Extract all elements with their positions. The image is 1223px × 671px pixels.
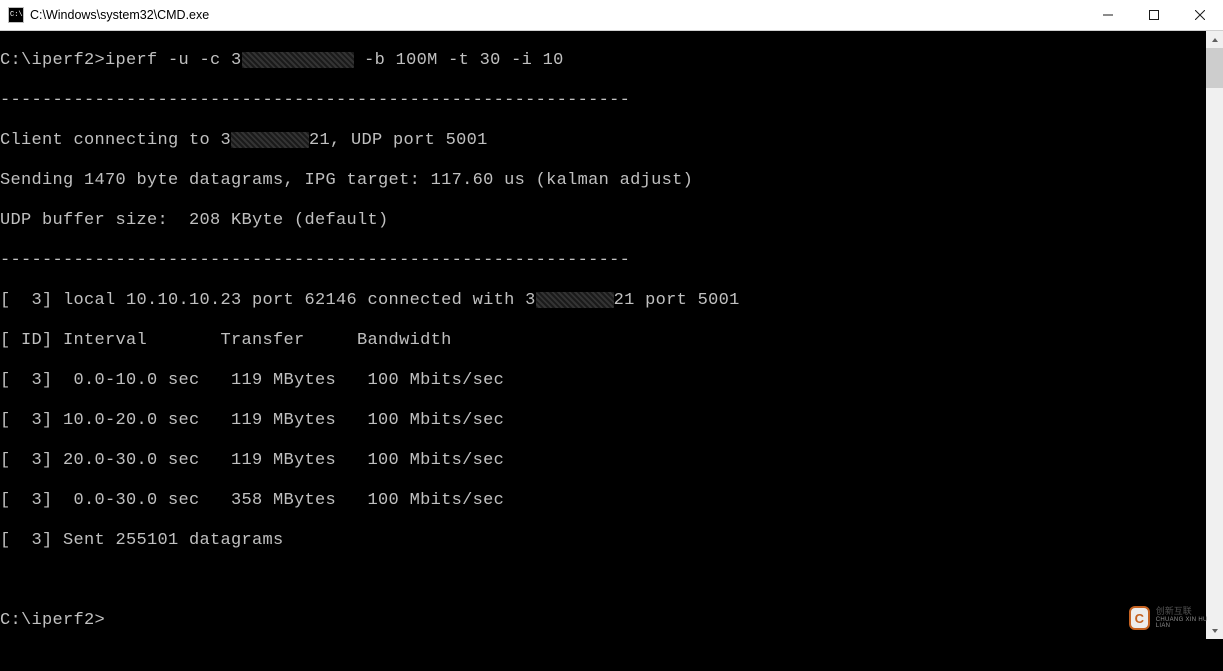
watermark: C 创新互联 CHUANG XIN HU LIAN <box>1129 603 1213 633</box>
terminal-output: C:\iperf2>iperf -u -c 3 -b 100M -t 30 -i… <box>0 31 1223 671</box>
cmd-text: -b 100M -t 30 -i 10 <box>354 51 564 70</box>
vertical-scrollbar[interactable] <box>1206 31 1223 639</box>
dash-line: ----------------------------------------… <box>0 91 1223 111</box>
maximize-button[interactable] <box>1131 0 1177 30</box>
scrollbar-thumb[interactable] <box>1206 48 1223 88</box>
window-controls <box>1085 0 1223 30</box>
svg-text:C:\: C:\ <box>10 11 23 19</box>
table-row: [ 3] 0.0-10.0 sec 119 MBytes 100 Mbits/s… <box>0 371 1223 391</box>
minimize-button[interactable] <box>1085 0 1131 30</box>
cmd-icon: C:\ <box>8 7 24 23</box>
watermark-text: 创新互联 CHUANG XIN HU LIAN <box>1156 607 1213 628</box>
scroll-up-button[interactable] <box>1206 31 1223 48</box>
prompt: C:\iperf2> <box>0 611 1223 631</box>
output-text: UDP buffer size: 208 KByte (default) <box>0 211 1223 231</box>
redacted-ip <box>242 52 354 68</box>
redacted-ip <box>231 132 309 148</box>
prompt: C:\iperf2> <box>0 51 105 70</box>
table-row: [ 3] 20.0-30.0 sec 119 MBytes 100 Mbits/… <box>0 451 1223 471</box>
output-text: Sending 1470 byte datagrams, IPG target:… <box>0 171 1223 191</box>
terminal-area[interactable]: C:\iperf2>iperf -u -c 3 -b 100M -t 30 -i… <box>0 31 1223 639</box>
scrollbar-track[interactable] <box>1206 48 1223 622</box>
table-row: [ 3] 10.0-20.0 sec 119 MBytes 100 Mbits/… <box>0 411 1223 431</box>
output-text: 21, UDP port 5001 <box>309 131 488 150</box>
output-text: Client connecting to 3 <box>0 131 231 150</box>
window-title: C:\Windows\system32\CMD.exe <box>30 8 1085 22</box>
output-text: 21 port 5001 <box>614 291 740 310</box>
table-header: [ ID] Interval Transfer Bandwidth <box>0 331 1223 351</box>
close-button[interactable] <box>1177 0 1223 30</box>
table-row: [ 3] 0.0-30.0 sec 358 MBytes 100 Mbits/s… <box>0 491 1223 511</box>
redacted-ip <box>536 292 614 308</box>
blank-line <box>0 571 1223 591</box>
dash-line: ----------------------------------------… <box>0 251 1223 271</box>
title-bar: C:\ C:\Windows\system32\CMD.exe <box>0 0 1223 31</box>
output-text: [ 3] local 10.10.10.23 port 62146 connec… <box>0 291 536 310</box>
watermark-logo-icon: C <box>1129 606 1150 630</box>
cmd-text: iperf -u -c 3 <box>105 51 242 70</box>
output-text: [ 3] Sent 255101 datagrams <box>0 531 1223 551</box>
